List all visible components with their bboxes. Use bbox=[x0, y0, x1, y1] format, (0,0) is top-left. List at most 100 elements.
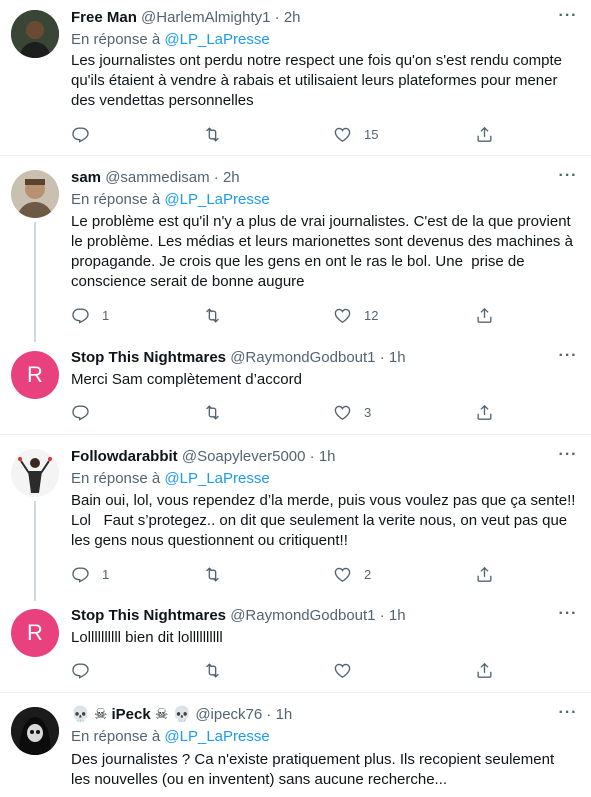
display-name-text: iPeck bbox=[111, 706, 151, 723]
avatar-letter: R bbox=[27, 620, 43, 645]
more-options-button[interactable]: ··· bbox=[556, 168, 580, 190]
avatar-photo-icon bbox=[11, 170, 59, 218]
like-button[interactable]: 15 bbox=[333, 124, 378, 144]
retweet-button[interactable] bbox=[203, 402, 234, 422]
display-name[interactable]: 💀 ☠ iPeck ☠ 💀 bbox=[71, 706, 191, 723]
dot-separator: · bbox=[379, 349, 385, 366]
reply-icon bbox=[71, 403, 90, 422]
tweet-header: sam @sammedisam · 2h bbox=[71, 168, 240, 188]
reply-button[interactable]: 1 bbox=[71, 305, 109, 325]
retweet-button[interactable] bbox=[203, 124, 234, 144]
avatar[interactable] bbox=[11, 707, 59, 755]
tweet-time[interactable]: 2h bbox=[223, 169, 240, 186]
retweet-icon bbox=[203, 306, 222, 325]
share-button[interactable] bbox=[475, 660, 494, 680]
tweet-header: 💀 ☠ iPeck ☠ 💀 @ipeck76 · 1h bbox=[71, 705, 292, 725]
tweet-text: Le problème est qu'il n'y a plus de vrai… bbox=[71, 213, 578, 290]
like-button[interactable]: 3 bbox=[333, 402, 371, 422]
display-name[interactable]: Stop This Nightmares bbox=[71, 607, 226, 624]
avatar-photo-icon bbox=[11, 449, 59, 497]
divider bbox=[0, 155, 591, 156]
tweet-text: Bain oui, lol, vous rependez d’la merde,… bbox=[71, 492, 580, 549]
retweet-button[interactable] bbox=[203, 660, 234, 680]
more-options-button[interactable]: ··· bbox=[556, 606, 580, 628]
avatar[interactable]: R bbox=[11, 351, 59, 399]
reply-prefix: En réponse à bbox=[71, 31, 161, 48]
tweet-header: Free Man @HarlemAlmighty1 · 2h bbox=[71, 8, 301, 28]
retweet-icon bbox=[203, 125, 222, 144]
more-options-button[interactable]: ··· bbox=[556, 705, 580, 727]
reply-icon bbox=[71, 661, 90, 680]
more-options-button[interactable]: ··· bbox=[556, 8, 580, 30]
share-button[interactable] bbox=[475, 402, 494, 422]
retweet-button[interactable] bbox=[203, 564, 234, 584]
user-handle[interactable]: @RaymondGodbout1 bbox=[230, 607, 375, 624]
reply-button[interactable] bbox=[71, 402, 102, 422]
divider bbox=[0, 434, 591, 435]
heart-icon bbox=[333, 403, 352, 422]
avatar[interactable]: R bbox=[11, 609, 59, 657]
share-button[interactable] bbox=[475, 124, 494, 144]
reply-button[interactable] bbox=[71, 124, 102, 144]
tweet-text: Lollllllllll bien dit lollllllllll bbox=[71, 629, 223, 646]
tweet-text: Merci Sam complètement d’accord bbox=[71, 371, 302, 388]
display-name[interactable]: Free Man bbox=[71, 9, 137, 26]
tweet-actions bbox=[71, 660, 576, 680]
tweet-time[interactable]: 1h bbox=[389, 607, 406, 624]
tweet-actions: 15 bbox=[71, 124, 576, 144]
user-handle[interactable]: @ipeck76 bbox=[195, 706, 262, 723]
mention-link[interactable]: @LP_LaPresse bbox=[164, 191, 269, 208]
reply-button[interactable] bbox=[71, 660, 102, 680]
reply-context: En réponse à @LP_LaPresse bbox=[71, 727, 270, 747]
share-button[interactable] bbox=[475, 305, 494, 325]
like-count: 15 bbox=[364, 126, 379, 142]
tweet-text: Les journalistes ont perdu notre respect… bbox=[71, 52, 567, 109]
retweet-icon bbox=[203, 565, 222, 584]
tweet-actions: 1 12 bbox=[71, 305, 576, 325]
like-button[interactable] bbox=[333, 660, 364, 680]
user-handle[interactable]: @sammedisam bbox=[105, 169, 209, 186]
avatar[interactable] bbox=[11, 170, 59, 218]
user-handle[interactable]: @RaymondGodbout1 bbox=[230, 349, 375, 366]
tweet-header: Stop This Nightmares @RaymondGodbout1 · … bbox=[71, 606, 406, 626]
user-handle[interactable]: @Soapylever5000 bbox=[182, 448, 306, 465]
avatar[interactable] bbox=[11, 10, 59, 58]
mention-link[interactable]: @LP_LaPresse bbox=[164, 470, 269, 487]
reply-context: En réponse à @LP_LaPresse bbox=[71, 30, 270, 50]
avatar[interactable] bbox=[11, 449, 59, 497]
skull-emoji-suffix: ☠ 💀 bbox=[150, 706, 192, 723]
retweet-icon bbox=[203, 403, 222, 422]
reply-icon bbox=[71, 565, 90, 584]
like-count: 12 bbox=[364, 307, 379, 323]
tweet-time[interactable]: 1h bbox=[276, 706, 293, 723]
reply-prefix: En réponse à bbox=[71, 728, 161, 745]
avatar-letter: R bbox=[27, 362, 43, 387]
user-handle[interactable]: @HarlemAlmighty1 bbox=[141, 9, 270, 26]
share-button[interactable] bbox=[475, 564, 494, 584]
skull-emoji-prefix: 💀 ☠ bbox=[71, 706, 112, 723]
tweet-time[interactable]: 1h bbox=[389, 349, 406, 366]
share-icon bbox=[475, 306, 494, 325]
share-icon bbox=[475, 403, 494, 422]
tweet-text: Des journalistes ? Ca n'existe pratiquem… bbox=[71, 751, 559, 788]
more-options-button[interactable]: ··· bbox=[556, 447, 580, 469]
more-options-button[interactable]: ··· bbox=[556, 348, 580, 370]
dot-separator: · bbox=[274, 9, 280, 26]
mention-link[interactable]: @LP_LaPresse bbox=[164, 728, 269, 745]
tweet-time[interactable]: 1h bbox=[319, 448, 336, 465]
reply-button[interactable]: 1 bbox=[71, 564, 109, 584]
display-name[interactable]: Stop This Nightmares bbox=[71, 349, 226, 366]
reply-prefix: En réponse à bbox=[71, 191, 161, 208]
like-button[interactable]: 12 bbox=[333, 305, 378, 325]
tweet-time[interactable]: 2h bbox=[284, 9, 301, 26]
thread-line bbox=[34, 222, 36, 342]
display-name[interactable]: sam bbox=[71, 169, 101, 186]
avatar-photo-icon bbox=[11, 10, 59, 58]
mention-link[interactable]: @LP_LaPresse bbox=[164, 31, 269, 48]
heart-icon bbox=[333, 125, 352, 144]
like-count: 3 bbox=[364, 404, 372, 420]
like-button[interactable]: 2 bbox=[333, 564, 371, 584]
reply-context: En réponse à @LP_LaPresse bbox=[71, 190, 270, 210]
retweet-button[interactable] bbox=[203, 305, 234, 325]
display-name[interactable]: Followdarabbit bbox=[71, 448, 178, 465]
